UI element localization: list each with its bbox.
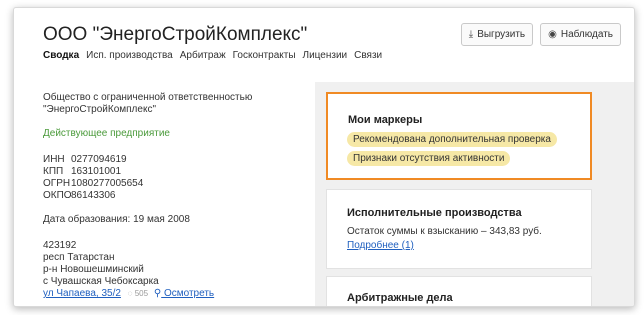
enforcement-card: Исполнительные производства Остаток сумм…: [326, 189, 592, 269]
kpp-value: 163101001: [71, 166, 122, 177]
kpp-label: КПП: [43, 166, 64, 177]
enforcement-amount: Остаток суммы к взысканию – 343,83 руб.: [347, 226, 542, 237]
export-button[interactable]: ⤓ Выгрузить: [460, 23, 534, 46]
marker-badge-inactive[interactable]: Признаки отсутствия активности: [347, 151, 511, 166]
tab-contracts[interactable]: Госконтракты: [233, 50, 296, 61]
download-icon: ⤓: [468, 29, 474, 40]
address-village: с Чувашская Чебоксарка: [43, 276, 159, 287]
tab-bar: Сводка Исп. производства Арбитраж Госкон…: [43, 50, 389, 61]
app-window: ООО "ЭнергоСтройКомплекс" ⤓ Выгрузить ◉ …: [13, 7, 635, 307]
eye-icon: ◉: [548, 29, 557, 40]
ogrn-row: ОГРН 1080277005654: [43, 178, 293, 190]
full-name-line-1: Общество с ограниченной ответственностью: [43, 92, 253, 103]
inn-value: 0277094619: [71, 154, 127, 165]
address-region: респ Татарстан: [43, 252, 115, 263]
arbitration-title: Арбитражные дела: [347, 292, 453, 304]
address-street-link[interactable]: ул Чапаева, 35/2: [43, 288, 121, 299]
page-title: ООО "ЭнергоСтройКомплекс": [43, 24, 308, 45]
views-count: ◌ 505: [128, 289, 148, 298]
company-summary: Общество с ограниченной ответственностью…: [43, 92, 293, 300]
address-zip: 423192: [43, 240, 77, 251]
status-text: Действующее предприятие: [43, 128, 170, 139]
registration-date: Дата образования: 19 мая 2008: [43, 214, 190, 225]
tab-arbitration[interactable]: Арбитраж: [180, 50, 226, 61]
enforcement-details-link[interactable]: Подробнее (1): [347, 240, 414, 251]
tab-licenses[interactable]: Лицензии: [303, 50, 348, 61]
kpp-row: КПП 163101001: [43, 166, 293, 178]
watch-button[interactable]: ◉ Наблюдать: [540, 23, 621, 46]
okpo-value: 86143306: [71, 190, 116, 201]
map-pin-icon: ⚲: [153, 288, 162, 299]
views-icon: ◌: [127, 289, 133, 298]
marker-badge-check[interactable]: Рекомендована дополнительная проверка: [347, 132, 557, 147]
ogrn-label: ОГРН: [43, 178, 71, 189]
watch-button-label: Наблюдать: [560, 29, 613, 40]
okpo-row: ОКПО 86143306: [43, 190, 293, 202]
markers-card: Мои маркеры Рекомендована дополнительная…: [326, 92, 592, 180]
inn-label: ИНН: [43, 154, 65, 165]
address-street-line: ул Чапаева, 35/2 ◌ 505 ⚲ Осмотреть: [43, 288, 293, 300]
full-name-line-2: "ЭнергоСтройКомплекс": [43, 104, 156, 115]
views-count-value: 505: [134, 289, 149, 298]
toolbar: ⤓ Выгрузить ◉ Наблюдать: [460, 23, 621, 46]
look-link-label: Осмотреть: [163, 288, 215, 299]
inn-row: ИНН 0277094619: [43, 154, 293, 166]
okpo-label: ОКПО: [43, 190, 72, 201]
enforcement-title: Исполнительные производства: [347, 207, 522, 219]
markers-title: Мои маркеры: [348, 114, 423, 126]
address-block: 423192 респ Татарстан р-н Новошешминский…: [43, 240, 293, 300]
tab-links[interactable]: Связи: [354, 50, 382, 61]
tab-summary[interactable]: Сводка: [43, 50, 79, 61]
ogrn-value: 1080277005654: [71, 178, 144, 189]
address-district: р-н Новошешминский: [43, 264, 144, 275]
arbitration-card: Арбитражные дела: [326, 276, 592, 306]
export-button-label: Выгрузить: [477, 29, 526, 40]
tab-enforcement[interactable]: Исп. производства: [86, 50, 173, 61]
company-ids: ИНН 0277094619 КПП 163101001 ОГРН 108027…: [43, 154, 293, 202]
look-link[interactable]: ⚲ Осмотреть: [154, 288, 214, 299]
